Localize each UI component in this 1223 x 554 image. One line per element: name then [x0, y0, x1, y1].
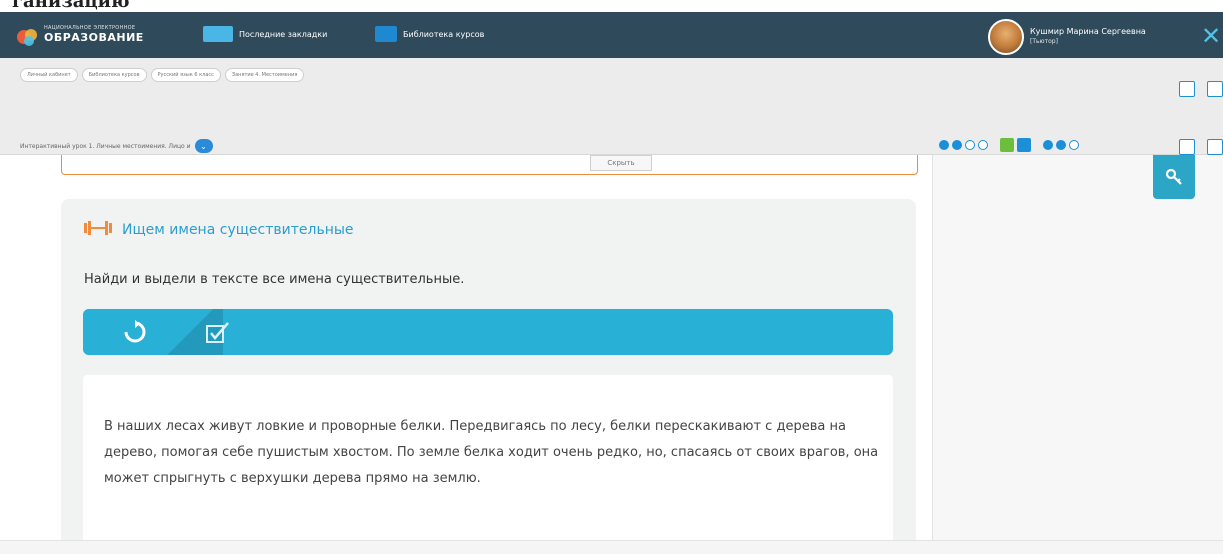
exercise-instruction: Найди и выдели в тексте все имена сущест…: [84, 272, 465, 287]
breadcrumb: Личный кабинет Библиотека курсов Русский…: [20, 68, 305, 82]
page-active-icon[interactable]: [1017, 138, 1031, 152]
library-icon: [375, 26, 397, 42]
breadcrumb-item[interactable]: Занятие 4. Местоимения: [224, 68, 305, 82]
exercise-toolbar: [83, 309, 893, 355]
bookmarks-icon: [203, 26, 233, 42]
exercise-title: Ищем имена существительные: [122, 221, 354, 238]
nav-library[interactable]: Библиотека курсов: [375, 26, 484, 42]
dumbbell-icon: [84, 220, 112, 239]
logo[interactable]: НАЦИОНАЛЬНОЕ ЭЛЕКТРОННОЕ ОБРАЗОВАНИЕ: [44, 25, 144, 44]
breadcrumb-item[interactable]: Русский язык 6 класс: [150, 68, 221, 82]
page-dot[interactable]: [965, 140, 975, 150]
breadcrumb-item[interactable]: Библиотека курсов: [81, 68, 147, 82]
user-name: Кушмир Марина Сергеевна: [1030, 27, 1146, 36]
check-icon[interactable]: [206, 321, 230, 347]
logo-icon: [16, 26, 40, 52]
nav-library-label: Библиотека курсов: [403, 29, 485, 39]
logo-subtitle: НАЦИОНАЛЬНОЕ ЭЛЕКТРОННОЕ: [44, 25, 136, 31]
page-dot[interactable]: [978, 140, 988, 150]
media-icon[interactable]: [1207, 139, 1223, 155]
chevron-down-icon[interactable]: ⌄: [194, 139, 213, 153]
lesson-select[interactable]: Интерактивный урок 1. Личные местоимения…: [20, 139, 213, 153]
page-dot[interactable]: [952, 140, 962, 150]
page-current-icon[interactable]: [1000, 138, 1014, 152]
page-dot[interactable]: [1069, 140, 1079, 150]
hide-button[interactable]: Скрыть: [590, 155, 652, 171]
avatar: [988, 19, 1024, 55]
list-icon[interactable]: [1179, 139, 1195, 155]
horizontal-scrollbar[interactable]: [0, 540, 1223, 554]
exercise-header: Ищем имена существительные: [84, 220, 354, 239]
page-dot[interactable]: [1043, 140, 1053, 150]
page-dot[interactable]: [939, 140, 949, 150]
user-role: [Тьютор]: [1030, 38, 1058, 45]
nav-bookmarks[interactable]: Последние закладки: [203, 26, 327, 42]
page-dot[interactable]: [1056, 140, 1066, 150]
logo-title: ОБРАЗОВАНИЕ: [44, 31, 144, 44]
refresh-icon[interactable]: [123, 320, 147, 348]
breadcrumb-item[interactable]: Личный кабинет: [20, 68, 78, 82]
user-menu[interactable]: Кушмир Марина Сергеевна [Тьютор]: [988, 19, 1146, 55]
nav-bookmarks-label: Последние закладки: [239, 29, 328, 39]
image-icon[interactable]: [1207, 81, 1223, 97]
close-icon[interactable]: ✕: [1201, 22, 1221, 50]
top-crop-text: ганизацию: [0, 0, 1223, 12]
side-panel: [932, 155, 1223, 540]
lesson-pager: [939, 138, 1079, 152]
app-header: НАЦИОНАЛЬНОЕ ЭЛЕКТРОННОЕ ОБРАЗОВАНИЕ Пос…: [0, 12, 1223, 58]
exercise-passage[interactable]: В наших лесах живут ловкие и проворные б…: [104, 414, 884, 492]
key-icon[interactable]: [1153, 155, 1195, 199]
previous-exercise-box: [61, 155, 918, 175]
lesson-select-value: Интерактивный урок 1. Личные местоимения…: [20, 142, 191, 150]
document-icon[interactable]: [1179, 81, 1195, 97]
